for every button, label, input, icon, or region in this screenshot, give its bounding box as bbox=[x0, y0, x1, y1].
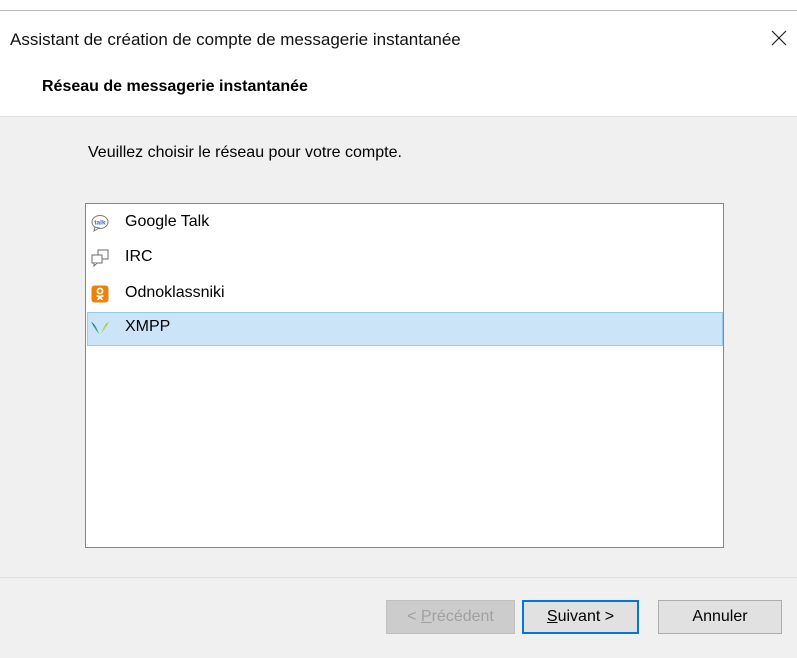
cancel-button[interactable]: Annuler bbox=[658, 600, 782, 634]
previous-button-rest: récédent bbox=[431, 608, 494, 625]
next-button-accel: S bbox=[546, 608, 558, 625]
irc-icon bbox=[91, 249, 109, 267]
list-item-irc[interactable]: IRC bbox=[87, 242, 723, 274]
page-header: Réseau de messagerie instantanée bbox=[0, 69, 797, 116]
window-title: Assistant de création de compte de messa… bbox=[10, 30, 461, 49]
list-item-xmpp[interactable]: XMPP bbox=[87, 312, 723, 346]
list-item-odnoklassniki[interactable]: Odnoklassniki bbox=[87, 278, 723, 310]
content-area: Veuillez choisir le réseau pour votre co… bbox=[0, 117, 797, 577]
google-talk-icon: talk bbox=[91, 215, 109, 232]
xmpp-icon bbox=[91, 322, 109, 334]
previous-button[interactable]: < Précédent bbox=[386, 600, 515, 634]
previous-button-prefix: < bbox=[407, 608, 421, 625]
instruction-text: Veuillez choisir le réseau pour votre co… bbox=[88, 144, 402, 161]
page-title: Réseau de messagerie instantanée bbox=[42, 78, 308, 95]
title-bar: Assistant de création de compte de messa… bbox=[0, 11, 797, 69]
previous-button-accel: P bbox=[420, 608, 432, 625]
list-item-label: Google Talk bbox=[125, 213, 210, 230]
list-item-label: Odnoklassniki bbox=[125, 284, 225, 301]
close-icon bbox=[771, 30, 787, 46]
list-item-label: XMPP bbox=[125, 318, 171, 335]
list-item-label: IRC bbox=[125, 248, 153, 265]
button-bar: < Précédent Suivant > Annuler bbox=[0, 578, 797, 658]
close-button[interactable] bbox=[757, 23, 797, 53]
network-list[interactable]: talk Google Talk IRC Odnoklassniki XMPP bbox=[85, 203, 724, 548]
odnoklassniki-icon bbox=[91, 285, 109, 303]
svg-text:talk: talk bbox=[94, 220, 106, 227]
next-button[interactable]: Suivant > bbox=[522, 600, 639, 634]
list-item-google-talk[interactable]: talk Google Talk bbox=[87, 207, 723, 239]
next-button-rest: uivant > bbox=[557, 608, 615, 625]
